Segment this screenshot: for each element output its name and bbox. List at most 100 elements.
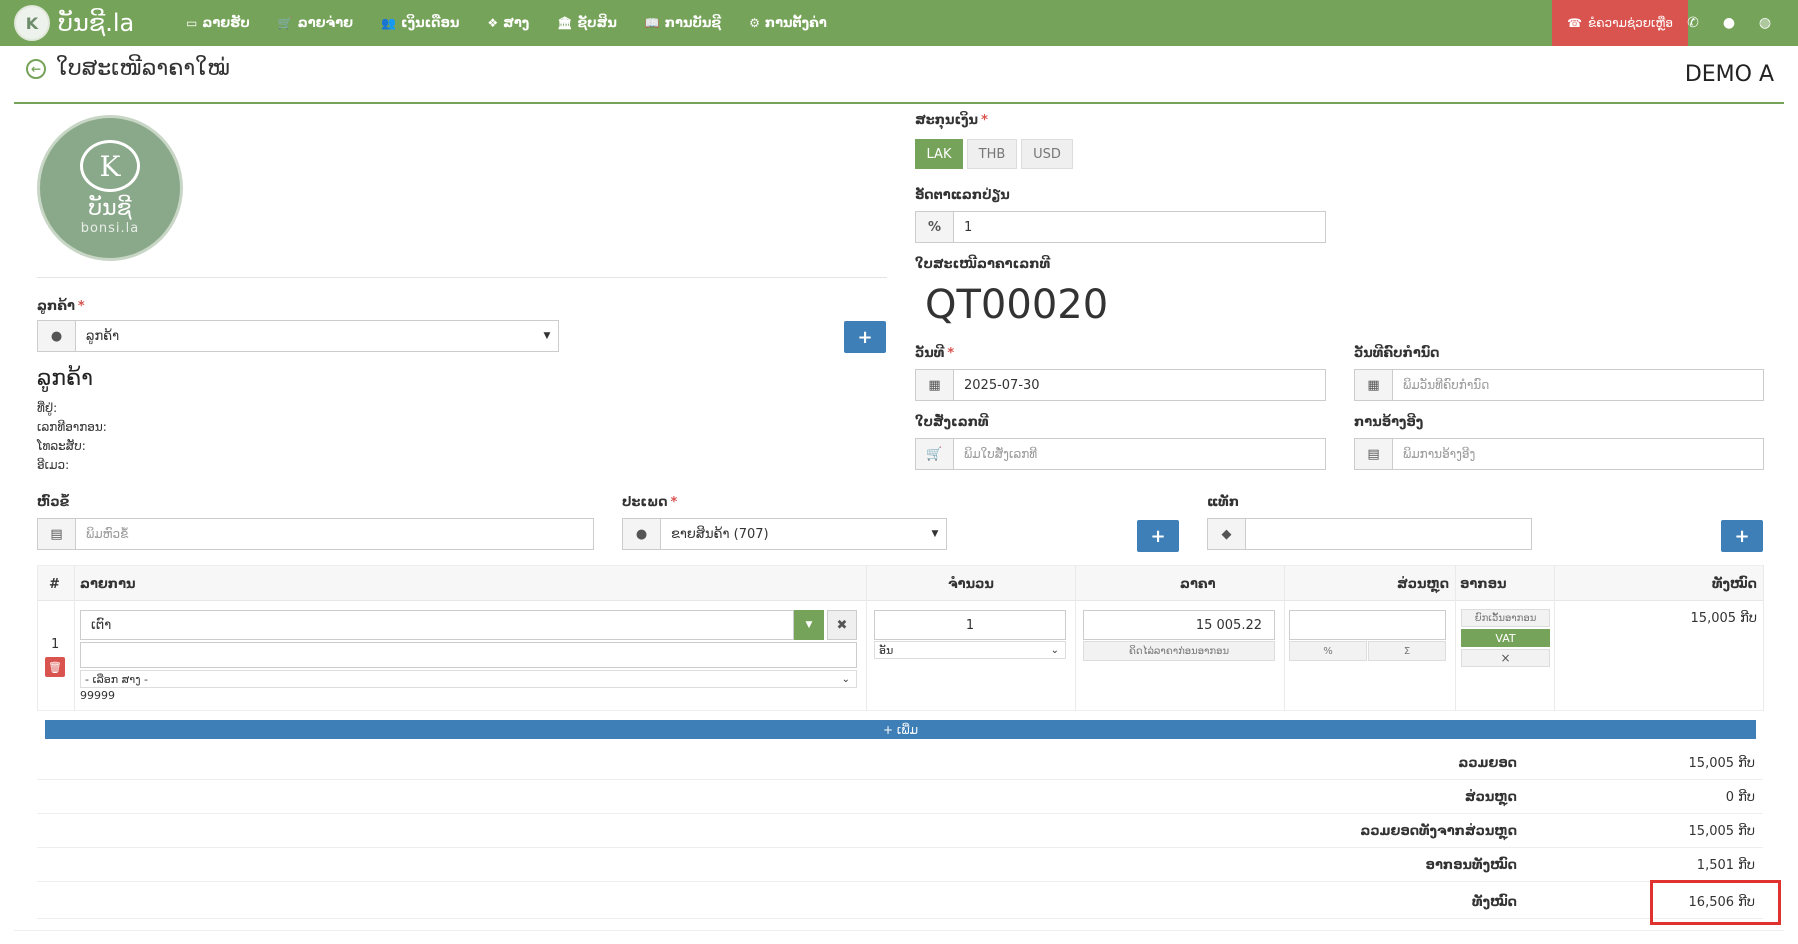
divider — [37, 277, 887, 278]
tax-vat-button[interactable]: VAT — [1461, 629, 1550, 647]
col-number: # — [49, 576, 60, 592]
reference-input[interactable]: ▤ ພິມການອ້າງອີງ — [1354, 438, 1764, 470]
footer-divider — [14, 930, 1784, 931]
nav-item-warehouse[interactable]: ❖ ສາງ — [487, 16, 529, 31]
customer-address: ທີ່ຢູ່: — [37, 401, 58, 415]
col-tax: ອາກອນ — [1460, 576, 1507, 592]
remove-tax-button[interactable]: × — [1461, 649, 1550, 667]
clear-item-button[interactable]: ✖ — [827, 610, 857, 640]
nav-item-income[interactable]: ▭ ລາຍຮັບ — [186, 16, 250, 31]
col-item: ລາຍການ — [80, 576, 136, 592]
plus-icon: + — [1734, 525, 1750, 547]
percent-icon: % — [916, 212, 954, 242]
customer-email: ອີເມວ: — [37, 458, 70, 472]
tags-icon: ◆ — [1208, 519, 1246, 549]
after-discount-row: ລວມຍອດທັງຈາກສ່ວນຫຼຸດ 15,005 ກີບ — [37, 814, 1763, 848]
col-total: ທັງໝົດ — [1712, 576, 1757, 592]
quote-number-label: ໃບສະເໜີລາຄາເລກທີ — [915, 257, 1051, 272]
customer-phone: ໂທລະສັບ: — [37, 439, 86, 453]
currency-label: ສະກຸນເງິນ * — [915, 113, 988, 128]
items-table-header: # ລາຍການ ຈຳນວນ ລາຄາ ສ່ວນຫຼຸດ ອາກອນ ທັງໝົ… — [37, 565, 1763, 601]
bank-icon: 🏛 — [557, 16, 573, 30]
user-icon[interactable]: ● — [1712, 0, 1746, 46]
currency-thb-button[interactable]: THB — [967, 139, 1017, 169]
subject-label: ຫົວຂໍ້ — [37, 495, 70, 510]
support-button[interactable]: ☎ ຂໍຄວາມຊ່ວຍເຫຼືອ — [1552, 0, 1688, 46]
add-row-button[interactable]: + ເພີ່ມ — [45, 720, 1756, 739]
exchange-rate-input[interactable]: % 1 — [915, 211, 1326, 243]
tax-exempt-button[interactable]: ຍົກເວັ້ນອາກອນ — [1461, 609, 1550, 627]
whatsapp-icon[interactable]: ✆ — [1676, 0, 1710, 46]
item-dropdown-button[interactable]: ▼ — [794, 610, 824, 640]
customer-label: ລູກຄ້າ * — [37, 299, 85, 314]
add-tag-button[interactable]: + — [1721, 520, 1763, 552]
tags-label: ແທັກ — [1207, 495, 1240, 510]
header-divider — [14, 102, 1784, 104]
document-icon: ▤ — [38, 519, 76, 549]
trash-icon: 🗑 — [48, 660, 62, 674]
type-select[interactable]: ● ຂາຍສິນຄ້າ (707) ▼ — [622, 518, 947, 550]
currency-usd-button[interactable]: USD — [1021, 139, 1073, 169]
nav-item-expense[interactable]: 🛒 ລາຍຈ່າຍ — [278, 16, 353, 31]
item-description-textarea[interactable] — [80, 642, 857, 668]
item-code: 99999 — [80, 689, 115, 702]
date-label: ວັນທີ * — [915, 346, 955, 361]
customer-select[interactable]: ● ລູກຄ້າ ▼ — [37, 320, 559, 352]
due-date-input[interactable]: ▦ ພິມວັນທີຄົບກຳນົດ — [1354, 369, 1764, 401]
po-number-input[interactable]: 🛒 ພິມໃບສັ່ງເລກທີ — [915, 438, 1326, 470]
nav-item-assets[interactable]: 🏛 ຊັບສິນ — [557, 16, 617, 31]
support-icon: ☎ — [1567, 16, 1583, 30]
col-discount: ສ່ວນຫຼຸດ — [1397, 576, 1450, 592]
add-type-button[interactable]: + — [1137, 520, 1179, 552]
discount-percent-button[interactable]: % — [1289, 641, 1367, 661]
caret-down-icon: ▼ — [543, 331, 551, 341]
unit-select[interactable]: ອັນ ⌄ — [874, 641, 1066, 659]
logo-k-icon: K — [80, 140, 140, 192]
row-index: 1 — [51, 637, 60, 652]
plus-icon: + — [857, 326, 873, 348]
nav-item-accounting[interactable]: 📖 ການບັນຊີ — [645, 16, 721, 31]
discount-input[interactable] — [1289, 610, 1446, 640]
cart-icon: 🛒 — [277, 16, 293, 30]
subject-input[interactable]: ▤ ພິມຫົວຂໍ້ — [37, 518, 594, 550]
tags-input[interactable]: ◆ — [1207, 518, 1532, 550]
discount-sum-button[interactable]: Σ — [1368, 641, 1446, 661]
date-input[interactable]: ▦ 2025-07-30 — [915, 369, 1326, 401]
price-before-tax-toggle[interactable]: ຄິດໄລ່ລາຄາກ່ອນອາກອນ — [1083, 641, 1275, 661]
reference-label: ການອ້າງອີງ — [1354, 415, 1424, 430]
back-arrow-icon[interactable]: ← — [26, 58, 46, 79]
item-input[interactable]: ເຕົາ — [80, 610, 794, 640]
brand[interactable]: K ບັນຊີ.la — [14, 4, 134, 42]
caret-down-icon: ▼ — [931, 529, 939, 539]
quantity-input[interactable]: 1 — [874, 610, 1066, 640]
cubes-icon: ❖ — [487, 16, 499, 30]
document-icon: ▤ — [1355, 439, 1393, 469]
brand-logo-icon: K — [14, 5, 50, 41]
price-input[interactable]: 15 005.22 — [1083, 610, 1275, 640]
type-label: ປະເພດ * — [622, 495, 678, 510]
users-icon: 👥 — [381, 16, 396, 30]
globe-icon[interactable]: ◍ — [1748, 0, 1782, 46]
warehouse-select[interactable]: - ເລືອກ ສາງ - ⌄ — [80, 670, 857, 688]
quote-number: QT00020 — [925, 282, 1109, 328]
row-total: 15,005 ກີບ — [1690, 611, 1757, 626]
close-icon: ✖ — [836, 617, 848, 633]
nav-item-payroll[interactable]: 👥 ເງິນເດືອນ — [381, 16, 459, 31]
currency-lak-button[interactable]: LAK — [915, 139, 963, 169]
customer-name: ລູກຄ້າ — [37, 366, 94, 391]
user-icon: ● — [623, 519, 661, 549]
grand-total-highlight — [1650, 880, 1781, 925]
main-menu: ▭ ລາຍຮັບ 🛒 ລາຍຈ່າຍ 👥 ເງິນເດືອນ ❖ ສາງ 🏛 ຊັບສິນ… — [186, 0, 855, 46]
discount-total-row: ສ່ວນຫຼຸດ 0 ກີບ — [37, 780, 1763, 814]
gears-icon: ⚙ — [749, 16, 760, 30]
nav-item-settings[interactable]: ⚙ ການຕັ້ງຄ່າ — [749, 16, 827, 31]
chevron-down-icon: ⌄ — [1050, 644, 1059, 656]
due-date-label: ວັນທີຄົບກຳນົດ — [1354, 346, 1440, 361]
customer-tax-id: ເລກທີອາກອນ: — [37, 420, 107, 434]
money-icon: ▭ — [186, 16, 198, 30]
exchange-rate-label: ອັດຕາແລກປ່ຽນ — [915, 188, 1010, 203]
company-name: DEMO A — [1684, 62, 1774, 87]
add-customer-button[interactable]: + — [844, 321, 886, 353]
delete-row-button[interactable]: 🗑 — [45, 657, 65, 677]
po-number-label: ໃບສັ່ງເລກທີ — [915, 415, 989, 430]
